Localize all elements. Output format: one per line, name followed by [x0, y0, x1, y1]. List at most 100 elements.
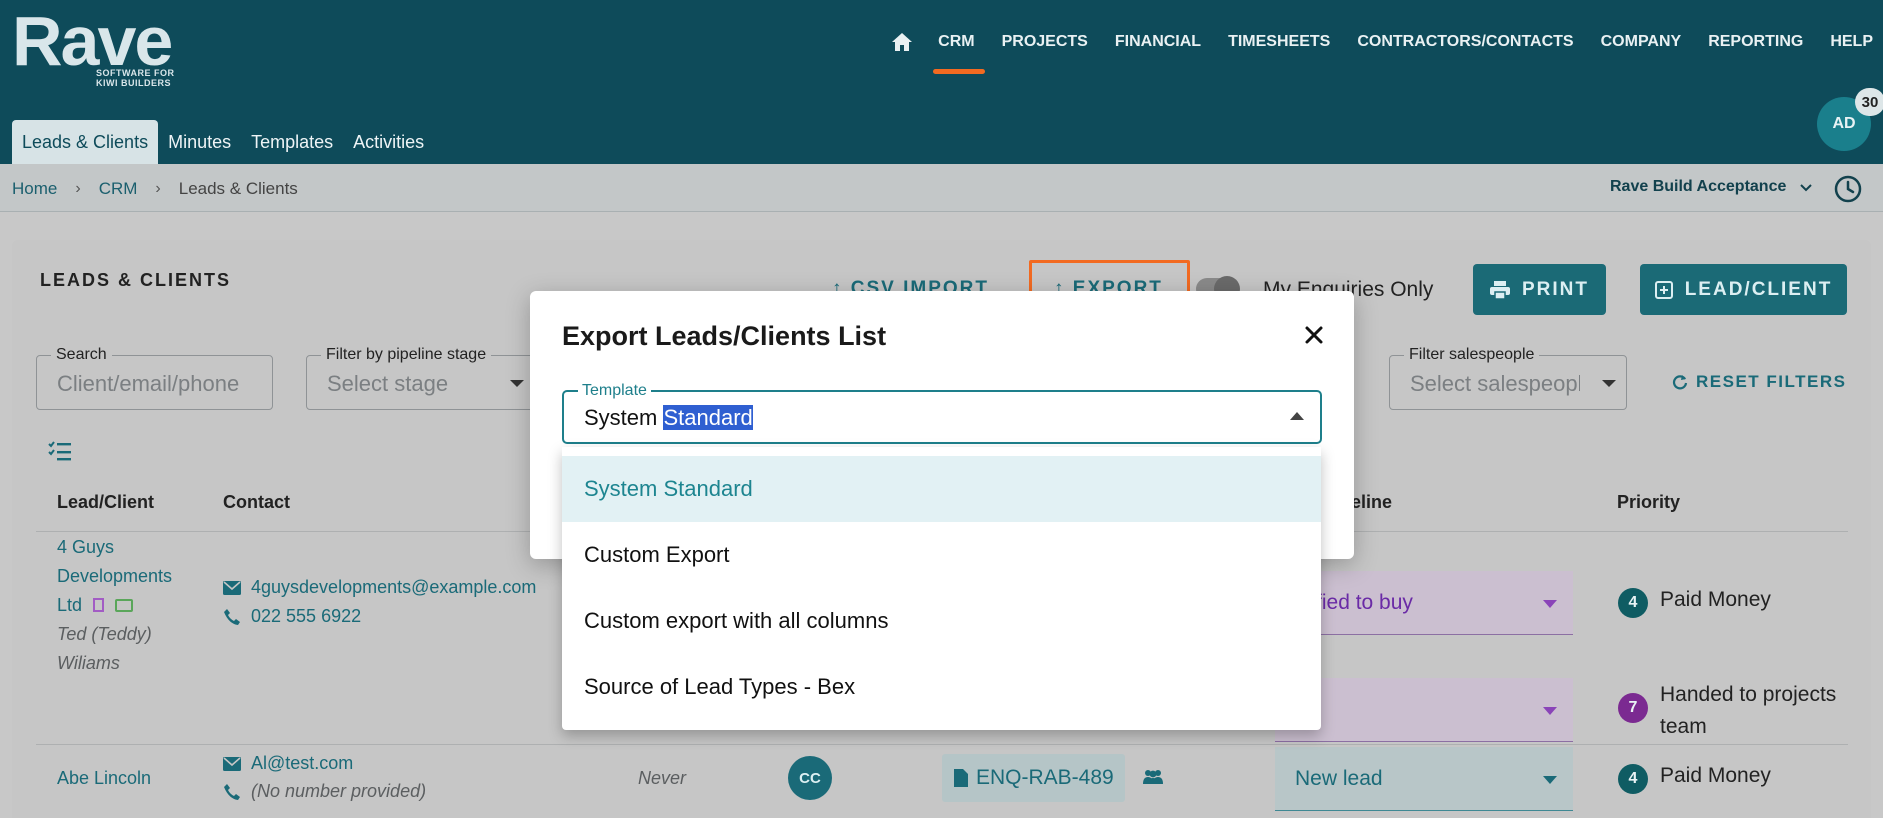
breadcrumb-home[interactable]: Home: [12, 179, 57, 199]
logo-tagline: SOFTWARE FOR KIWI BUILDERS: [96, 68, 175, 88]
table-row: 4 Guys Developments Ltd Ted (Teddy) Wili…: [57, 533, 207, 678]
add-lead-label: LEAD/CLIENT: [1684, 278, 1833, 300]
assignee-avatar[interactable]: CC: [788, 756, 832, 800]
clock-icon[interactable]: [1833, 174, 1863, 204]
priority-number: 4: [1618, 764, 1648, 794]
chevron-right-icon: ›: [75, 180, 81, 197]
people-icon[interactable]: [1142, 769, 1164, 785]
column-chooser-icon[interactable]: [48, 440, 72, 462]
priority-cell[interactable]: 4 Paid Money: [1618, 764, 1771, 794]
nav-crm[interactable]: CRM: [933, 33, 986, 74]
salespeople-filter-placeholder: Select salespeople: [1410, 371, 1580, 396]
pipeline-filter-placeholder: Select stage: [327, 371, 449, 396]
pipeline-filter-label: Filter by pipeline stage: [321, 346, 492, 364]
contact-phone-text: (No number provided): [251, 781, 427, 801]
template-value-plain: System: [584, 405, 664, 430]
reset-filters-label: RESET FILTERS: [1696, 372, 1847, 391]
contact-email[interactable]: 4guysdevelopments@example.com: [223, 577, 536, 598]
refresh-icon: [1672, 375, 1688, 390]
notification-badge[interactable]: 30: [1855, 88, 1883, 116]
add-lead-client-button[interactable]: LEAD/CLIENT: [1640, 264, 1847, 315]
nav-help[interactable]: HELP: [1830, 33, 1873, 51]
lead-name-link[interactable]: Abe Lincoln: [57, 768, 151, 789]
salespeople-filter-label: Filter salespeople: [1404, 346, 1540, 364]
contact-phone: (No number provided): [223, 781, 426, 802]
caret-up-icon[interactable]: [1290, 412, 1304, 420]
pipeline-stage-select[interactable]: New lead: [1275, 747, 1573, 811]
column-header-lead[interactable]: Lead/Client: [57, 492, 154, 513]
template-options-list: System Standard Custom Export Custom exp…: [562, 447, 1321, 730]
home-icon[interactable]: [892, 31, 914, 53]
pipeline-stage-value: New lead: [1295, 767, 1383, 790]
close-icon[interactable]: [1302, 323, 1326, 347]
nav-timesheets[interactable]: TIMESHEETS: [1228, 33, 1330, 51]
search-placeholder: Client/email/phone: [57, 371, 240, 396]
pipeline-stage-filter[interactable]: Filter by pipeline stage Select stage: [306, 346, 535, 410]
breadcrumb: Home › CRM › Leads & Clients: [12, 179, 298, 199]
caret-down-icon: [1543, 600, 1557, 608]
nav-projects[interactable]: PROJECTS: [1002, 33, 1088, 51]
enquiry-chip[interactable]: ENQ-RAB-489: [942, 754, 1125, 802]
logo-word: Rave: [12, 2, 173, 80]
page-title: LEADS & CLIENTS: [40, 270, 232, 290]
breadcrumb-crm[interactable]: CRM: [99, 179, 138, 199]
template-select[interactable]: Template System Standard: [562, 382, 1322, 444]
salespeople-filter[interactable]: Filter salespeople Select salespeople: [1389, 346, 1627, 410]
project-selector-value: Rave Build Acceptance: [1610, 178, 1787, 195]
priority-cell[interactable]: 7 Handed to projects team: [1618, 679, 1836, 743]
dialog-title: Export Leads/Clients List: [562, 321, 887, 351]
crm-subtabs: Leads & Clients Minutes Templates Activi…: [12, 120, 434, 164]
priority-label: Paid Money: [1660, 764, 1771, 787]
print-button[interactable]: PRINT: [1473, 264, 1606, 315]
row-divider: [36, 744, 1848, 745]
priority-number: 7: [1618, 693, 1648, 723]
app-header: Rave SOFTWARE FOR KIWI BUILDERS CRM PROJ…: [0, 0, 1883, 164]
breadcrumb-bar: Home › CRM › Leads & Clients Rave Build …: [0, 164, 1883, 212]
chevron-right-icon: ›: [155, 180, 161, 197]
priority-label: Paid Money: [1660, 588, 1771, 611]
nav-contractors-contacts[interactable]: CONTRACTORS/CONTACTS: [1357, 33, 1573, 51]
building-icon: [93, 598, 105, 612]
print-label: PRINT: [1522, 278, 1589, 300]
template-value[interactable]: System Standard: [584, 405, 753, 431]
column-header-priority[interactable]: Priority: [1617, 492, 1680, 513]
nav-financial[interactable]: FINANCIAL: [1115, 33, 1201, 51]
template-option-custom-export-all-columns[interactable]: Custom export with all columns: [562, 588, 1321, 654]
last-contact-value: Never: [638, 768, 687, 788]
contact-phone-text: 022 555 6922: [251, 606, 362, 626]
logo-tagline-line2: KIWI BUILDERS: [96, 78, 171, 88]
tab-templates[interactable]: Templates: [241, 120, 343, 164]
nav-company[interactable]: COMPANY: [1601, 33, 1682, 51]
template-value-selected-text: Standard: [663, 405, 753, 430]
column-header-contact[interactable]: Contact: [223, 492, 290, 513]
tab-leads-clients[interactable]: Leads & Clients: [12, 120, 159, 164]
reset-filters-button[interactable]: RESET FILTERS: [1672, 372, 1846, 392]
priority-label: Handed to projects team: [1660, 679, 1836, 743]
email-icon: [223, 580, 241, 595]
template-option-custom-export[interactable]: Custom Export: [562, 522, 1321, 588]
search-input[interactable]: Search Client/email/phone: [36, 346, 273, 410]
caret-down-icon: [1543, 707, 1557, 715]
lead-name-link[interactable]: 4 Guys Developments Ltd: [57, 533, 207, 620]
nav-reporting[interactable]: REPORTING: [1708, 33, 1803, 51]
priority-cell[interactable]: 4 Paid Money: [1618, 588, 1771, 618]
contact-email[interactable]: Al@test.com: [223, 753, 353, 774]
contact-person: Ted (Teddy) Wiliams: [57, 620, 207, 678]
project-selector[interactable]: Rave Build Acceptance: [1610, 178, 1813, 196]
printer-icon: [1490, 280, 1510, 299]
rave-logo[interactable]: Rave SOFTWARE FOR KIWI BUILDERS: [12, 2, 174, 88]
lead-name-line2: Developments: [57, 566, 173, 586]
caret-down-icon: [1543, 776, 1557, 784]
priority-label-line2: team: [1660, 715, 1707, 738]
tab-minutes[interactable]: Minutes: [158, 120, 241, 164]
contact-email-text: 4guysdevelopments@example.com: [251, 577, 537, 597]
template-option-system-standard[interactable]: System Standard: [562, 456, 1321, 522]
template-option-source-of-lead-types[interactable]: Source of Lead Types - Bex: [562, 654, 1321, 720]
search-label: Search: [51, 346, 112, 364]
top-nav: CRM PROJECTS FINANCIAL TIMESHEETS CONTRA…: [892, 30, 1883, 74]
tab-activities[interactable]: Activities: [343, 120, 434, 164]
priority-number: 4: [1618, 588, 1648, 618]
template-label: Template: [578, 382, 651, 400]
caret-down-icon: [1602, 380, 1616, 387]
contact-phone[interactable]: 022 555 6922: [223, 606, 361, 627]
